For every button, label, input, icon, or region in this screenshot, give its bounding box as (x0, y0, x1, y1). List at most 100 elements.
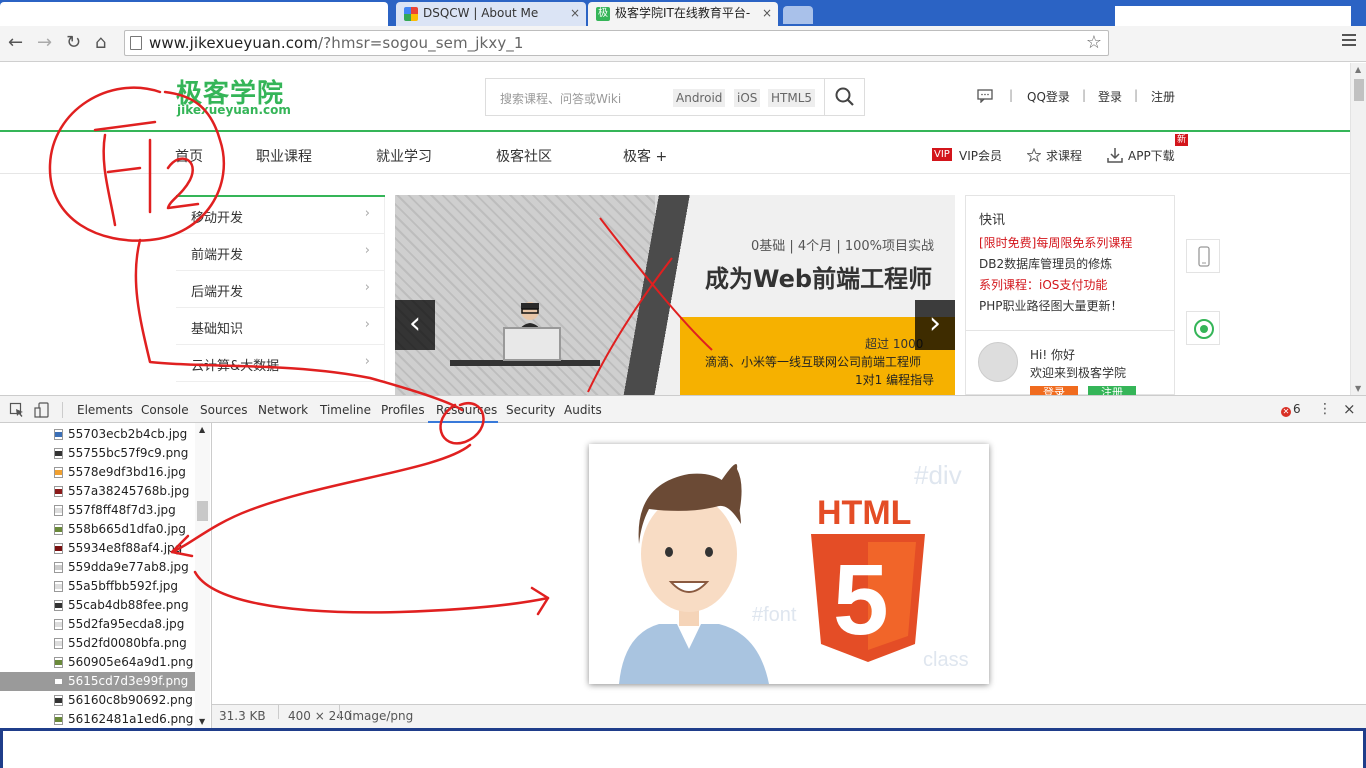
new-tab-button[interactable] (783, 6, 813, 24)
image-file-icon (54, 600, 63, 611)
home-icon[interactable]: ⌂ (95, 32, 106, 54)
inspect-element-icon[interactable] (9, 402, 25, 418)
message-icon[interactable] (977, 89, 993, 103)
devtools-tab-security[interactable]: Security (506, 403, 555, 417)
back-icon[interactable]: ← (8, 32, 23, 54)
nav-request-course[interactable]: 求课程 (1046, 147, 1082, 164)
forward-icon[interactable]: → (37, 32, 52, 54)
sidebar-item-basics[interactable]: 基础知识 › (176, 308, 385, 345)
image-file-icon (54, 676, 63, 687)
window-close-icon[interactable]: × (1336, 4, 1348, 20)
image-info-bar: 31.3 KB 400 × 240 image/png (212, 704, 1366, 728)
nav-employment[interactable]: 就业学习 (376, 146, 432, 166)
search-input[interactable]: 搜索课程、问答或Wiki (500, 90, 621, 107)
page-scrollbar[interactable]: ▲ ▼ (1350, 63, 1366, 395)
banner-next-button[interactable]: › (915, 300, 955, 350)
nav-app-download[interactable]: APP下载 (1128, 147, 1175, 164)
url-text: www.jikexueyuan.com/?hmsr=sogou_sem_jkxy… (149, 34, 524, 52)
reload-icon[interactable]: ↻ (66, 32, 81, 54)
register-link[interactable]: 注册 (1151, 88, 1175, 105)
resource-file-row[interactable]: 55755bc57f9c9.png (0, 444, 195, 463)
sidebar-item-frontend[interactable]: 前端开发 › (176, 234, 385, 271)
login-link[interactable]: 登录 (1098, 88, 1122, 105)
devtools-close-icon[interactable]: × (1343, 400, 1356, 418)
laptop (503, 327, 561, 361)
error-counter[interactable]: ✕ 6 (1281, 402, 1301, 417)
devtools-tab-elements[interactable]: Elements (77, 403, 133, 417)
resource-file-row[interactable]: 557a38245768b.jpg (0, 482, 195, 501)
news-item[interactable]: PHP职业路径图大量更新！ (979, 297, 1123, 314)
nav-vip[interactable]: VIP会员 (959, 147, 1002, 164)
devtools-tab-profiles[interactable]: Profiles (381, 403, 425, 417)
resource-file-row[interactable]: 5578e9df3bd16.jpg (0, 463, 195, 482)
file-list-scrollbar[interactable]: ▲ ▼ (195, 423, 210, 728)
resource-file-row[interactable]: 560905e64a9d1.png (0, 653, 195, 672)
search-button[interactable] (824, 79, 864, 115)
resource-file-row[interactable]: 55d2fd0080bfa.png (0, 634, 195, 653)
welcome-text: 欢迎来到极客学院 (1030, 366, 1127, 380)
nav-career-courses[interactable]: 职业课程 (256, 146, 312, 166)
search-tag[interactable]: HTML5 (768, 89, 816, 107)
chevron-right-icon: › (364, 280, 370, 295)
resource-file-row[interactable]: 55d2fa95ecda8.jpg (0, 615, 195, 634)
resource-file-row[interactable]: 55934e8f88af4.jpg (0, 539, 195, 558)
sidebar-item-backend[interactable]: 后端开发 › (176, 271, 385, 308)
resource-file-name: 55934e8f88af4.jpg (68, 541, 183, 555)
devtools-tab-sources[interactable]: Sources (200, 403, 247, 417)
resource-file-row[interactable]: 557f8ff48f7d3.jpg (0, 501, 195, 520)
tab-close-icon[interactable]: × (762, 2, 772, 24)
register-button[interactable]: 注册 (1088, 386, 1136, 395)
divider (966, 330, 1174, 331)
search-tag[interactable]: Android (673, 89, 726, 107)
news-item[interactable]: [限时免费]每周限免系列课程 (979, 234, 1132, 251)
customer-service-button[interactable] (1186, 311, 1220, 345)
page-icon (130, 36, 142, 50)
devtools-tab-resources[interactable]: Resources (436, 403, 497, 417)
address-bar[interactable]: www.jikexueyuan.com/?hmsr=sogou_sem_jkxy… (124, 30, 1109, 56)
resource-file-row[interactable]: 559dda9e77ab8.jpg (0, 558, 195, 577)
login-button[interactable]: 登录 (1030, 386, 1078, 395)
image-file-icon (54, 657, 63, 668)
resource-file-row[interactable]: 5615cd7d3e99f.png (0, 672, 195, 691)
devtools-menu-icon[interactable]: ⋮ (1318, 401, 1332, 417)
devtools-tab-network[interactable]: Network (258, 403, 308, 417)
resource-file-name: 557f8ff48f7d3.jpg (68, 503, 176, 517)
taskbar-area (0, 728, 1366, 768)
resource-file-row[interactable]: 55703ecb2b4cb.jpg (0, 425, 195, 444)
nav-home[interactable]: 首页 (175, 146, 203, 166)
image-file-icon (54, 429, 63, 440)
browser-menu-icon[interactable] (1342, 34, 1356, 49)
resource-file-row[interactable]: 55cab4db88fee.png (0, 596, 195, 615)
tab-close-icon[interactable]: × (570, 2, 580, 24)
qq-login-link[interactable]: QQ登录 (1027, 88, 1070, 105)
resource-file-name: 559dda9e77ab8.jpg (68, 560, 189, 574)
news-item[interactable]: DB2数据库管理员的修炼 (979, 255, 1112, 272)
devtools-tab-audits[interactable]: Audits (564, 403, 602, 417)
div-label: #div (914, 460, 962, 490)
sidebar-item-mobile[interactable]: 移动开发 › (176, 197, 385, 234)
devtools-tab-console[interactable]: Console (141, 403, 189, 417)
news-panel: 快讯 [限时免费]每周限免系列课程 DB2数据库管理员的修炼 系列课程：iOS支… (965, 195, 1175, 395)
resource-file-name: 558b665d1dfa0.jpg (68, 522, 186, 536)
tab-dsqcw[interactable]: DSQCW | About Me × (396, 2, 586, 26)
sidebar-item-cloud[interactable]: 云计算&大数据 › (176, 345, 385, 382)
device-mode-icon[interactable] (34, 401, 50, 419)
blank-tab-area (0, 2, 388, 26)
resource-file-row[interactable]: 55a5bffbb592f.jpg (0, 577, 195, 596)
image-file-icon (54, 695, 63, 706)
resource-file-row[interactable]: 56160c8b90692.png (0, 691, 195, 710)
search-tag[interactable]: iOS (734, 89, 761, 107)
tab-jikexueyuan[interactable]: 极极客学院IT在线教育平台- × (588, 2, 778, 26)
nav-jike-plus[interactable]: 极客 + (623, 146, 667, 166)
bookmark-star-icon[interactable]: ☆ (1086, 32, 1102, 53)
banner-line: 滴滴、小米等一线互联网公司前端工程师 (705, 355, 922, 369)
resource-file-row[interactable]: 558b665d1dfa0.jpg (0, 520, 195, 539)
hero-banner[interactable]: 0基础 | 4个月 | 100%项目实战 成为Web前端工程师 超过 1000 … (395, 195, 955, 395)
nav-community[interactable]: 极客社区 (496, 146, 552, 166)
resource-file-name: 55755bc57f9c9.png (68, 446, 189, 460)
mobile-app-button[interactable] (1186, 239, 1220, 273)
banner-prev-button[interactable]: ‹ (395, 300, 435, 350)
resource-file-row[interactable]: 56162481a1ed6.png (0, 710, 195, 728)
news-item[interactable]: 系列课程：iOS支付功能 (979, 276, 1107, 293)
devtools-tab-timeline[interactable]: Timeline (320, 403, 371, 417)
